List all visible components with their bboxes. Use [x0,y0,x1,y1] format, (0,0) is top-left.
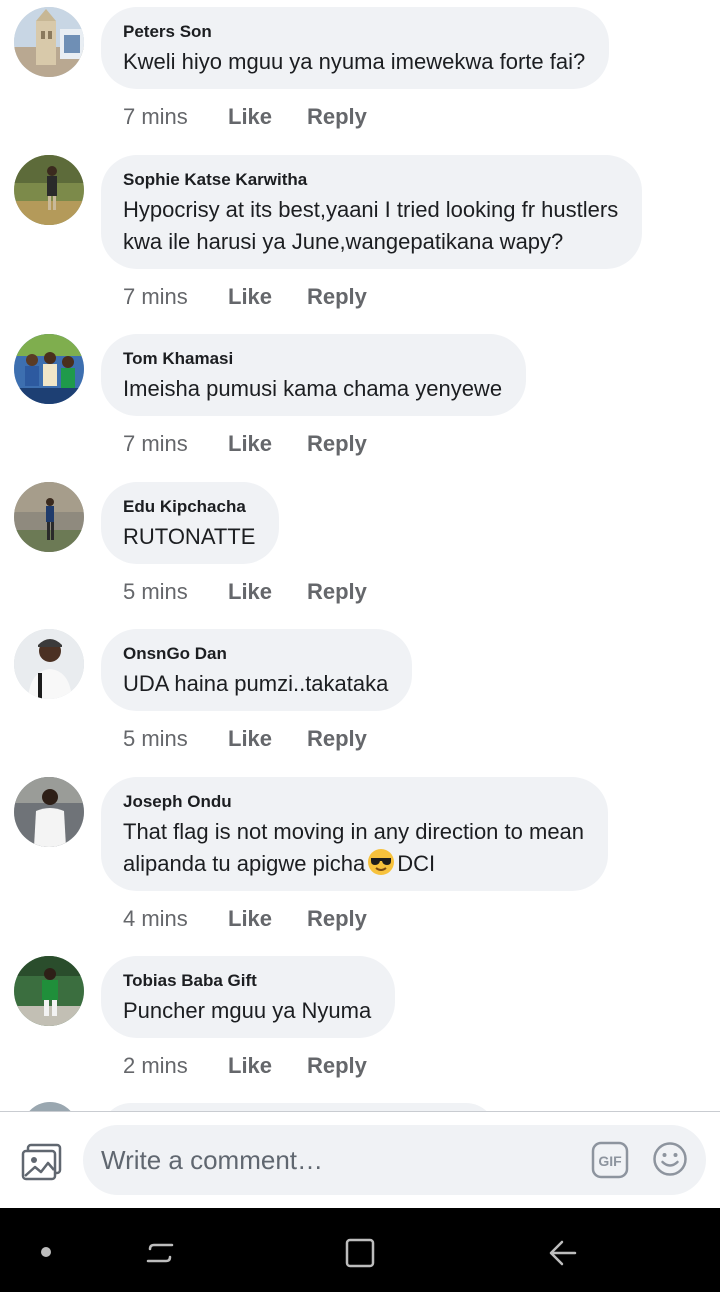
photo-icon [21,1143,62,1181]
comment-text: Puncher mguu ya Nyuma [123,998,372,1023]
comment-author[interactable]: Tobias Baba Gift [123,970,371,992]
photo-button[interactable] [20,1143,62,1181]
comment-timestamp: 4 mins [123,906,188,931]
comment-bubble[interactable]: OnsnGo Dan UDA haina pumzi..takataka [101,629,413,711]
person-cap-photo-icon [14,629,84,699]
comment-text-line: That flag is not moving in any direction… [123,819,585,844]
sunglasses-emoji-icon [368,849,395,875]
like-button[interactable]: Like [228,283,307,311]
gif-button[interactable]: GIF [591,1141,629,1179]
dot-icon[interactable] [40,1246,52,1258]
comment-actions: 2 mins Like Reply [123,1052,367,1080]
comment-text: RUTONATTE [123,524,256,549]
avatar[interactable] [14,155,84,225]
recent-apps-icon[interactable] [144,1237,176,1269]
reply-button[interactable]: Reply [307,725,367,753]
comment-actions: 7 mins Like Reply [123,103,367,131]
system-navigation-bar [0,1208,720,1292]
comment-text: That flag is not moving in any direction… [123,816,584,880]
like-button[interactable]: Like [228,725,307,753]
svg-text:GIF: GIF [598,1153,622,1169]
avatar[interactable] [14,956,84,1026]
avatar[interactable] [14,777,84,847]
avatar[interactable] [14,7,84,77]
comment-text-segment: alipanda tu apigwe picha [123,851,366,876]
reply-button[interactable]: Reply [307,430,367,458]
person-white-shirt-photo-icon [14,777,84,847]
comment-input-placeholder: Write a comment… [101,1145,324,1175]
comment-actions: 7 mins Like Reply [123,430,367,458]
comment-text-segment: DCI [397,851,436,876]
comment-timestamp: 7 mins [123,284,188,309]
like-button[interactable]: Like [228,578,307,606]
comment-author[interactable]: Peters Son [123,21,585,43]
comment-text-line: Hypocrisy at its best,yaani I tried look… [123,197,619,222]
comment-composer: Write a comment… GIF [0,1111,720,1208]
gif-icon: GIF [591,1141,629,1179]
comment-bubble[interactable]: Peters Son Kweli hiyo mguu ya nyuma imew… [101,7,610,89]
comment-timestamp: 5 mins [123,726,188,751]
avatar[interactable] [14,482,84,552]
back-icon[interactable] [546,1237,578,1269]
like-button[interactable]: Like [228,103,307,131]
comment-timestamp: 5 mins [123,579,188,604]
emoji-icon [653,1142,687,1176]
comment-text-line: kwa ile harusi ya June,wangepatikana wap… [123,229,564,254]
reply-button[interactable]: Reply [307,905,367,933]
comment-text: Imeisha pumusi kama chama yenyewe [123,376,503,401]
comment-text: UDA haina pumzi..takataka [123,671,389,696]
comment-timestamp: 7 mins [123,431,188,456]
comment-text: Kweli hiyo mguu ya nyuma imewekwa forte … [123,49,586,74]
like-button[interactable]: Like [228,1052,307,1080]
comment-author[interactable]: Joseph Ondu [123,791,584,813]
comment-actions: 5 mins Like Reply [123,578,367,606]
comment-actions: 7 mins Like Reply [123,283,367,311]
comment-bubble[interactable]: Sophie Katse Karwitha Hypocrisy at its b… [101,155,643,269]
home-icon[interactable] [344,1237,376,1269]
like-button[interactable]: Like [228,905,307,933]
building-photo-icon [14,7,84,77]
comment-text: Hypocrisy at its best,yaani I tried look… [123,194,618,258]
comment-timestamp: 2 mins [123,1053,188,1078]
comment-bubble[interactable]: Edu Kipchacha RUTONATTE [101,482,280,564]
avatar[interactable] [14,629,84,699]
comment-text-line: alipanda tu apigwe picha DCI [123,848,584,880]
comment-actions: 4 mins Like Reply [123,905,367,933]
comment-list: Peters Son Kweli hiyo mguu ya nyuma imew… [0,0,720,1112]
person-standing-photo-icon [14,482,84,552]
group-photo-icon [14,334,84,404]
comment-actions: 5 mins Like Reply [123,725,367,753]
comment-author[interactable]: Tom Khamasi [123,348,502,370]
person-field-photo-icon [14,155,84,225]
comment-bubble[interactable]: Tobias Baba Gift Puncher mguu ya Nyuma [101,956,396,1038]
reply-button[interactable]: Reply [307,578,367,606]
comment-author[interactable]: OnsnGo Dan [123,643,388,665]
person-green-jersey-photo-icon [14,956,84,1026]
comment-bubble[interactable]: Tom Khamasi Imeisha pumusi kama chama ye… [101,334,527,416]
emoji-button[interactable] [652,1141,688,1177]
comment-author[interactable]: Edu Kipchacha [123,496,255,518]
avatar[interactable] [14,334,84,404]
reply-button[interactable]: Reply [307,283,367,311]
comment-input[interactable]: Write a comment… GIF [83,1125,706,1195]
like-button[interactable]: Like [228,430,307,458]
comment-bubble[interactable]: Joseph Ondu That flag is not moving in a… [101,777,609,891]
comment-author[interactable]: Sophie Katse Karwitha [123,169,618,191]
comment-timestamp: 7 mins [123,104,188,129]
reply-button[interactable]: Reply [307,103,367,131]
reply-button[interactable]: Reply [307,1052,367,1080]
